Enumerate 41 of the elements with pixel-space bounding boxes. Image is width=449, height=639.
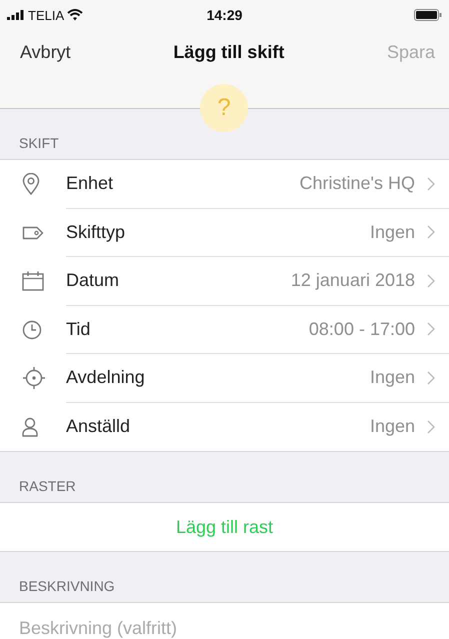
row-value: Ingen: [370, 416, 415, 438]
chevron-icon: [427, 370, 435, 385]
list-row[interactable]: Tid 08:00 - 17:00: [0, 306, 449, 354]
list-row[interactable]: Enhet Christine's HQ: [0, 160, 449, 208]
carrier-name: TELIA: [28, 8, 64, 22]
tag-icon: [22, 226, 44, 240]
row-value: Ingen: [370, 222, 415, 243]
section-header: RASTER: [19, 478, 76, 494]
row-value: 08:00 - 17:00: [308, 318, 415, 340]
crosshair-icon: [22, 366, 46, 390]
page-title: Lägg till skift: [173, 42, 284, 62]
chevron-icon: [427, 225, 435, 240]
wifi-icon: [67, 9, 84, 21]
row-label: Datum: [66, 270, 120, 292]
list-row[interactable]: Avdelning Ingen: [0, 354, 449, 402]
row-label: Avdelning: [66, 367, 145, 388]
chevron-icon: [427, 420, 435, 434]
clock-time: 14:29: [206, 7, 242, 23]
description-field[interactable]: Beskrivning (valfritt): [0, 603, 449, 639]
row-label: Anställd: [66, 416, 130, 438]
clock-icon: [22, 320, 42, 340]
chevron-icon: [427, 322, 435, 336]
row-label: Enhet: [66, 173, 114, 194]
section-header: BESKRIVNING: [19, 578, 115, 594]
row-value: Ingen: [370, 367, 415, 388]
section-header: SKIFT: [19, 135, 59, 151]
location-pin-icon: [22, 173, 40, 196]
calendar-icon: [22, 271, 44, 292]
chevron-icon: [427, 176, 435, 191]
cancel-button[interactable]: Avbryt: [20, 42, 71, 62]
row-value: 12 januari 2018: [290, 270, 415, 292]
row-value: Christine's HQ: [300, 173, 415, 194]
row-label: Skifttyp: [66, 222, 126, 243]
person-icon: [22, 416, 38, 437]
list-row[interactable]: Datum 12 januari 2018: [0, 257, 449, 306]
list-row[interactable]: Anställd Ingen: [0, 402, 449, 451]
battery-icon: [414, 9, 442, 21]
chevron-icon: [427, 274, 435, 288]
row-label: Tid: [66, 318, 90, 340]
signal-icon: [7, 10, 25, 20]
list-row[interactable]: Skifttyp Ingen: [0, 208, 449, 257]
